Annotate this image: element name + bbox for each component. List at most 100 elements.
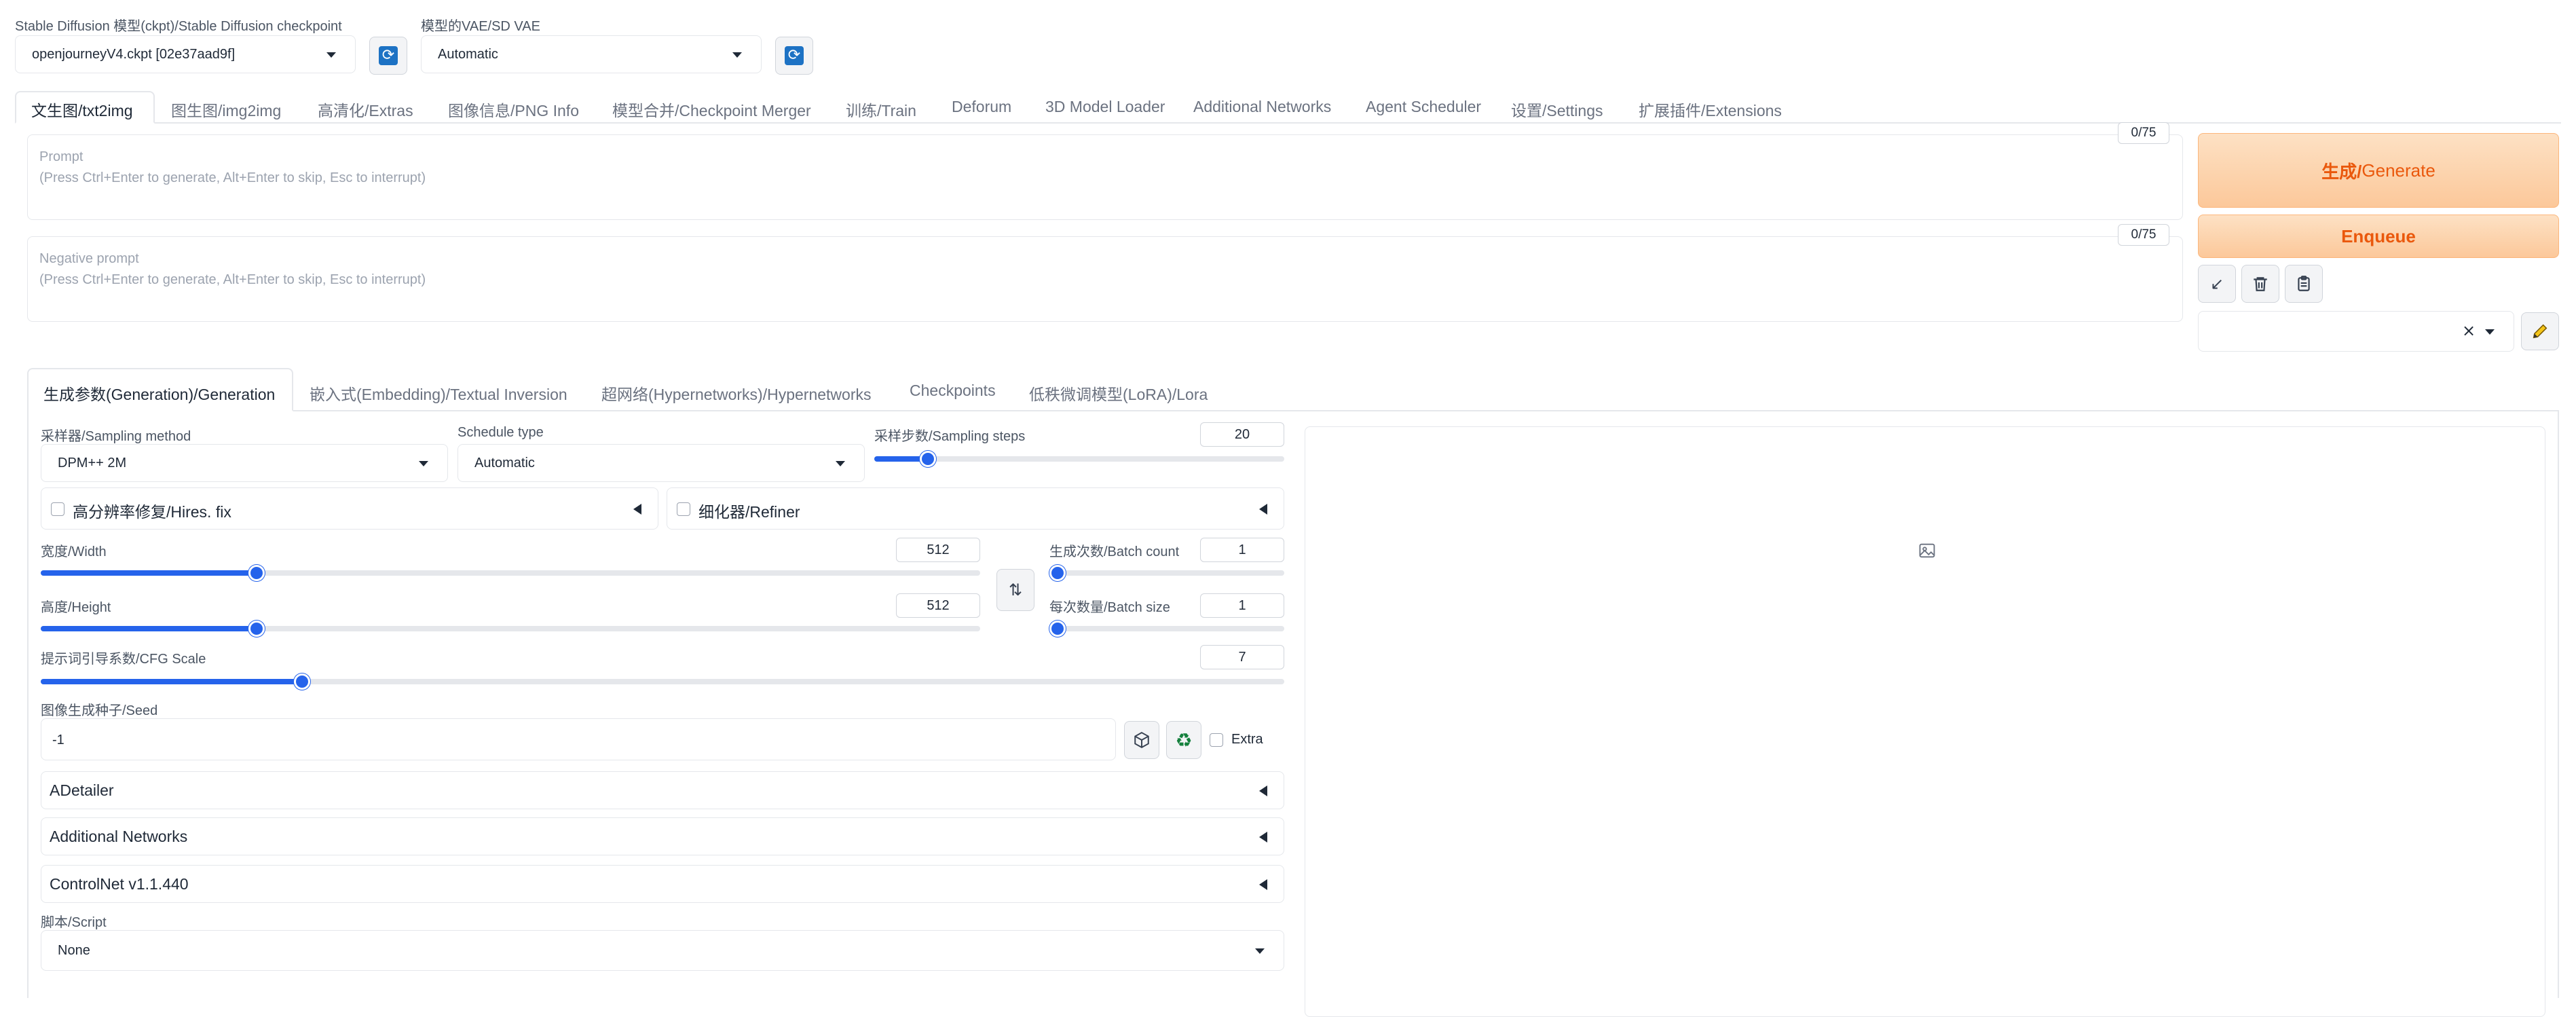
- sampling-steps-slider[interactable]: [874, 451, 1284, 467]
- schedule-type-dropdown[interactable]: Automatic: [458, 444, 865, 482]
- slider-thumb[interactable]: [248, 565, 265, 581]
- tab-settings[interactable]: 设置/Settings: [1511, 98, 1603, 121]
- tab-checkpoint-merger[interactable]: 模型合并/Checkpoint Merger: [612, 98, 811, 121]
- tab-png-info[interactable]: 图像信息/PNG Info: [448, 98, 579, 121]
- tab-generation[interactable]: 生成参数(Generation)/Generation: [43, 382, 275, 405]
- height-input[interactable]: 512: [896, 593, 980, 618]
- prompt-textarea[interactable]: Prompt (Press Ctrl+Enter to generate, Alt…: [27, 134, 2183, 220]
- batch-count-input[interactable]: 1: [1200, 538, 1284, 562]
- edit-styles-button[interactable]: [2521, 312, 2559, 350]
- tab-checkpoints[interactable]: Checkpoints: [910, 382, 996, 400]
- script-value: None: [58, 942, 90, 958]
- tab-hypernetworks[interactable]: 超网络(Hypernetworks)/Hypernetworks: [601, 382, 871, 405]
- schedule-type-value: Automatic: [474, 455, 535, 470]
- chevron-down-icon: [732, 52, 742, 58]
- negative-prompt-textarea[interactable]: Negative prompt (Press Ctrl+Enter to gene…: [27, 236, 2183, 322]
- batch-count-slider[interactable]: [1049, 565, 1284, 581]
- height-slider[interactable]: [41, 621, 980, 637]
- vae-refresh-button[interactable]: ⟳: [775, 37, 813, 75]
- vae-dropdown[interactable]: Automatic: [421, 35, 762, 73]
- hires-fix-accordion[interactable]: 高分辨率修复/Hires. fix: [41, 487, 658, 530]
- tab-3d-model-loader[interactable]: 3D Model Loader: [1045, 98, 1165, 116]
- slider-thumb[interactable]: [1049, 621, 1066, 637]
- clipboard-icon: [2298, 276, 2310, 291]
- styles-clear-button[interactable]: ×: [2462, 321, 2476, 340]
- seed-value: -1: [52, 733, 64, 747]
- checkpoint-refresh-button[interactable]: ⟳: [369, 37, 407, 75]
- generate-label-cn: 生成/: [2321, 161, 2362, 182]
- tab-extras[interactable]: 高清化/Extras: [318, 98, 413, 121]
- script-label: 脚本/Script: [41, 915, 107, 930]
- tab-train[interactable]: 训练/Train: [846, 98, 916, 121]
- cfg-scale-input[interactable]: 7: [1200, 645, 1284, 669]
- sampling-method-dropdown[interactable]: DPM++ 2M: [41, 444, 448, 482]
- slider-thumb[interactable]: [293, 673, 310, 690]
- seed-input[interactable]: -1: [41, 718, 1116, 760]
- batch-size-slider[interactable]: [1049, 621, 1284, 637]
- tab-txt2img[interactable]: 文生图/txt2img: [31, 98, 133, 121]
- batch-size-input[interactable]: 1: [1200, 593, 1284, 618]
- chevron-down-icon: [2485, 329, 2495, 335]
- styles-dropdown[interactable]: ×: [2198, 311, 2514, 352]
- tab-extensions[interactable]: 扩展插件/Extensions: [1639, 98, 1782, 121]
- checkpoint-dropdown[interactable]: openjourneyV4.ckpt [02e37aad9f]: [15, 35, 356, 73]
- tab-additional-networks[interactable]: Additional Networks: [1193, 98, 1331, 116]
- tab-agent-scheduler[interactable]: Agent Scheduler: [1366, 98, 1481, 116]
- controlnet-label: ControlNet v1.1.440: [50, 875, 189, 893]
- tab-img2img[interactable]: 图生图/img2img: [171, 98, 281, 121]
- chevron-down-icon: [326, 52, 336, 58]
- tab-textual-inversion[interactable]: 嵌入式(Embedding)/Textual Inversion: [310, 382, 567, 405]
- slider-fill: [41, 570, 257, 576]
- adetailer-accordion[interactable]: ADetailer: [41, 771, 1284, 809]
- panel-right-border: [2558, 410, 2559, 998]
- prompt-token-counter: 0/75: [2118, 122, 2169, 144]
- sampling-method-label: 采样器/Sampling method: [41, 429, 191, 444]
- collapse-arrow-icon: [1259, 832, 1267, 843]
- pencil-icon: [2533, 324, 2547, 339]
- collapse-arrow-icon: [633, 504, 641, 515]
- slider-thumb[interactable]: [1049, 565, 1066, 581]
- reuse-seed-button[interactable]: ♻: [1166, 721, 1201, 759]
- negative-prompt-token-counter: 0/75: [2118, 224, 2169, 246]
- width-input[interactable]: 512: [896, 538, 980, 562]
- script-dropdown[interactable]: None: [41, 930, 1284, 971]
- width-slider[interactable]: [41, 565, 980, 581]
- batch-count-label: 生成次数/Batch count: [1049, 544, 1180, 559]
- recycle-icon: ♻: [1175, 728, 1193, 752]
- extra-seed-checkbox[interactable]: [1210, 733, 1223, 747]
- enqueue-button[interactable]: Enqueue: [2198, 215, 2559, 258]
- vae-label: 模型的VAE/SD VAE: [421, 19, 540, 34]
- chevron-down-icon: [419, 461, 428, 466]
- clear-prompt-button[interactable]: [2241, 265, 2279, 303]
- collapse-arrow-icon: [1259, 504, 1267, 515]
- enqueue-label: Enqueue: [2341, 225, 2416, 246]
- height-label: 高度/Height: [41, 600, 111, 615]
- apply-style-button[interactable]: [2285, 265, 2323, 303]
- negative-prompt-placeholder: (Press Ctrl+Enter to generate, Alt+Enter…: [39, 272, 426, 287]
- refiner-accordion[interactable]: 细化器/Refiner: [667, 487, 1284, 530]
- collapse-arrow-icon: [1259, 785, 1267, 796]
- arrow-down-left-icon: ↙: [2209, 274, 2224, 293]
- collapse-arrow-icon: [1259, 879, 1267, 890]
- hires-fix-checkbox[interactable]: [51, 502, 64, 516]
- tab-deforum[interactable]: Deforum: [952, 98, 1011, 116]
- output-gallery[interactable]: [1305, 426, 2545, 1017]
- generate-button[interactable]: 生成/Generate: [2198, 133, 2559, 208]
- refiner-checkbox[interactable]: [677, 502, 690, 516]
- slider-thumb[interactable]: [248, 621, 265, 637]
- sampling-steps-input[interactable]: 20: [1200, 422, 1284, 447]
- additional-networks-accordion[interactable]: Additional Networks: [41, 817, 1284, 855]
- tab-lora[interactable]: 低秩微调模型(LoRA)/Lora: [1029, 382, 1208, 405]
- vae-value: Automatic: [438, 46, 498, 62]
- checkpoint-value: openjourneyV4.ckpt [02e37aad9f]: [32, 46, 236, 62]
- paste-params-button[interactable]: ↙: [2198, 265, 2236, 303]
- seed-label: 图像生成种子/Seed: [41, 703, 158, 718]
- random-seed-button[interactable]: [1124, 721, 1159, 759]
- prompt-placeholder: (Press Ctrl+Enter to generate, Alt+Enter…: [39, 170, 426, 185]
- swap-vertical-icon: ⇅: [1008, 580, 1023, 599]
- hires-fix-label: 高分辨率修复/Hires. fix: [73, 503, 231, 521]
- swap-dimensions-button[interactable]: ⇅: [996, 569, 1034, 611]
- slider-thumb[interactable]: [919, 451, 936, 467]
- cfg-scale-slider[interactable]: [41, 673, 1284, 690]
- controlnet-accordion[interactable]: ControlNet v1.1.440: [41, 865, 1284, 903]
